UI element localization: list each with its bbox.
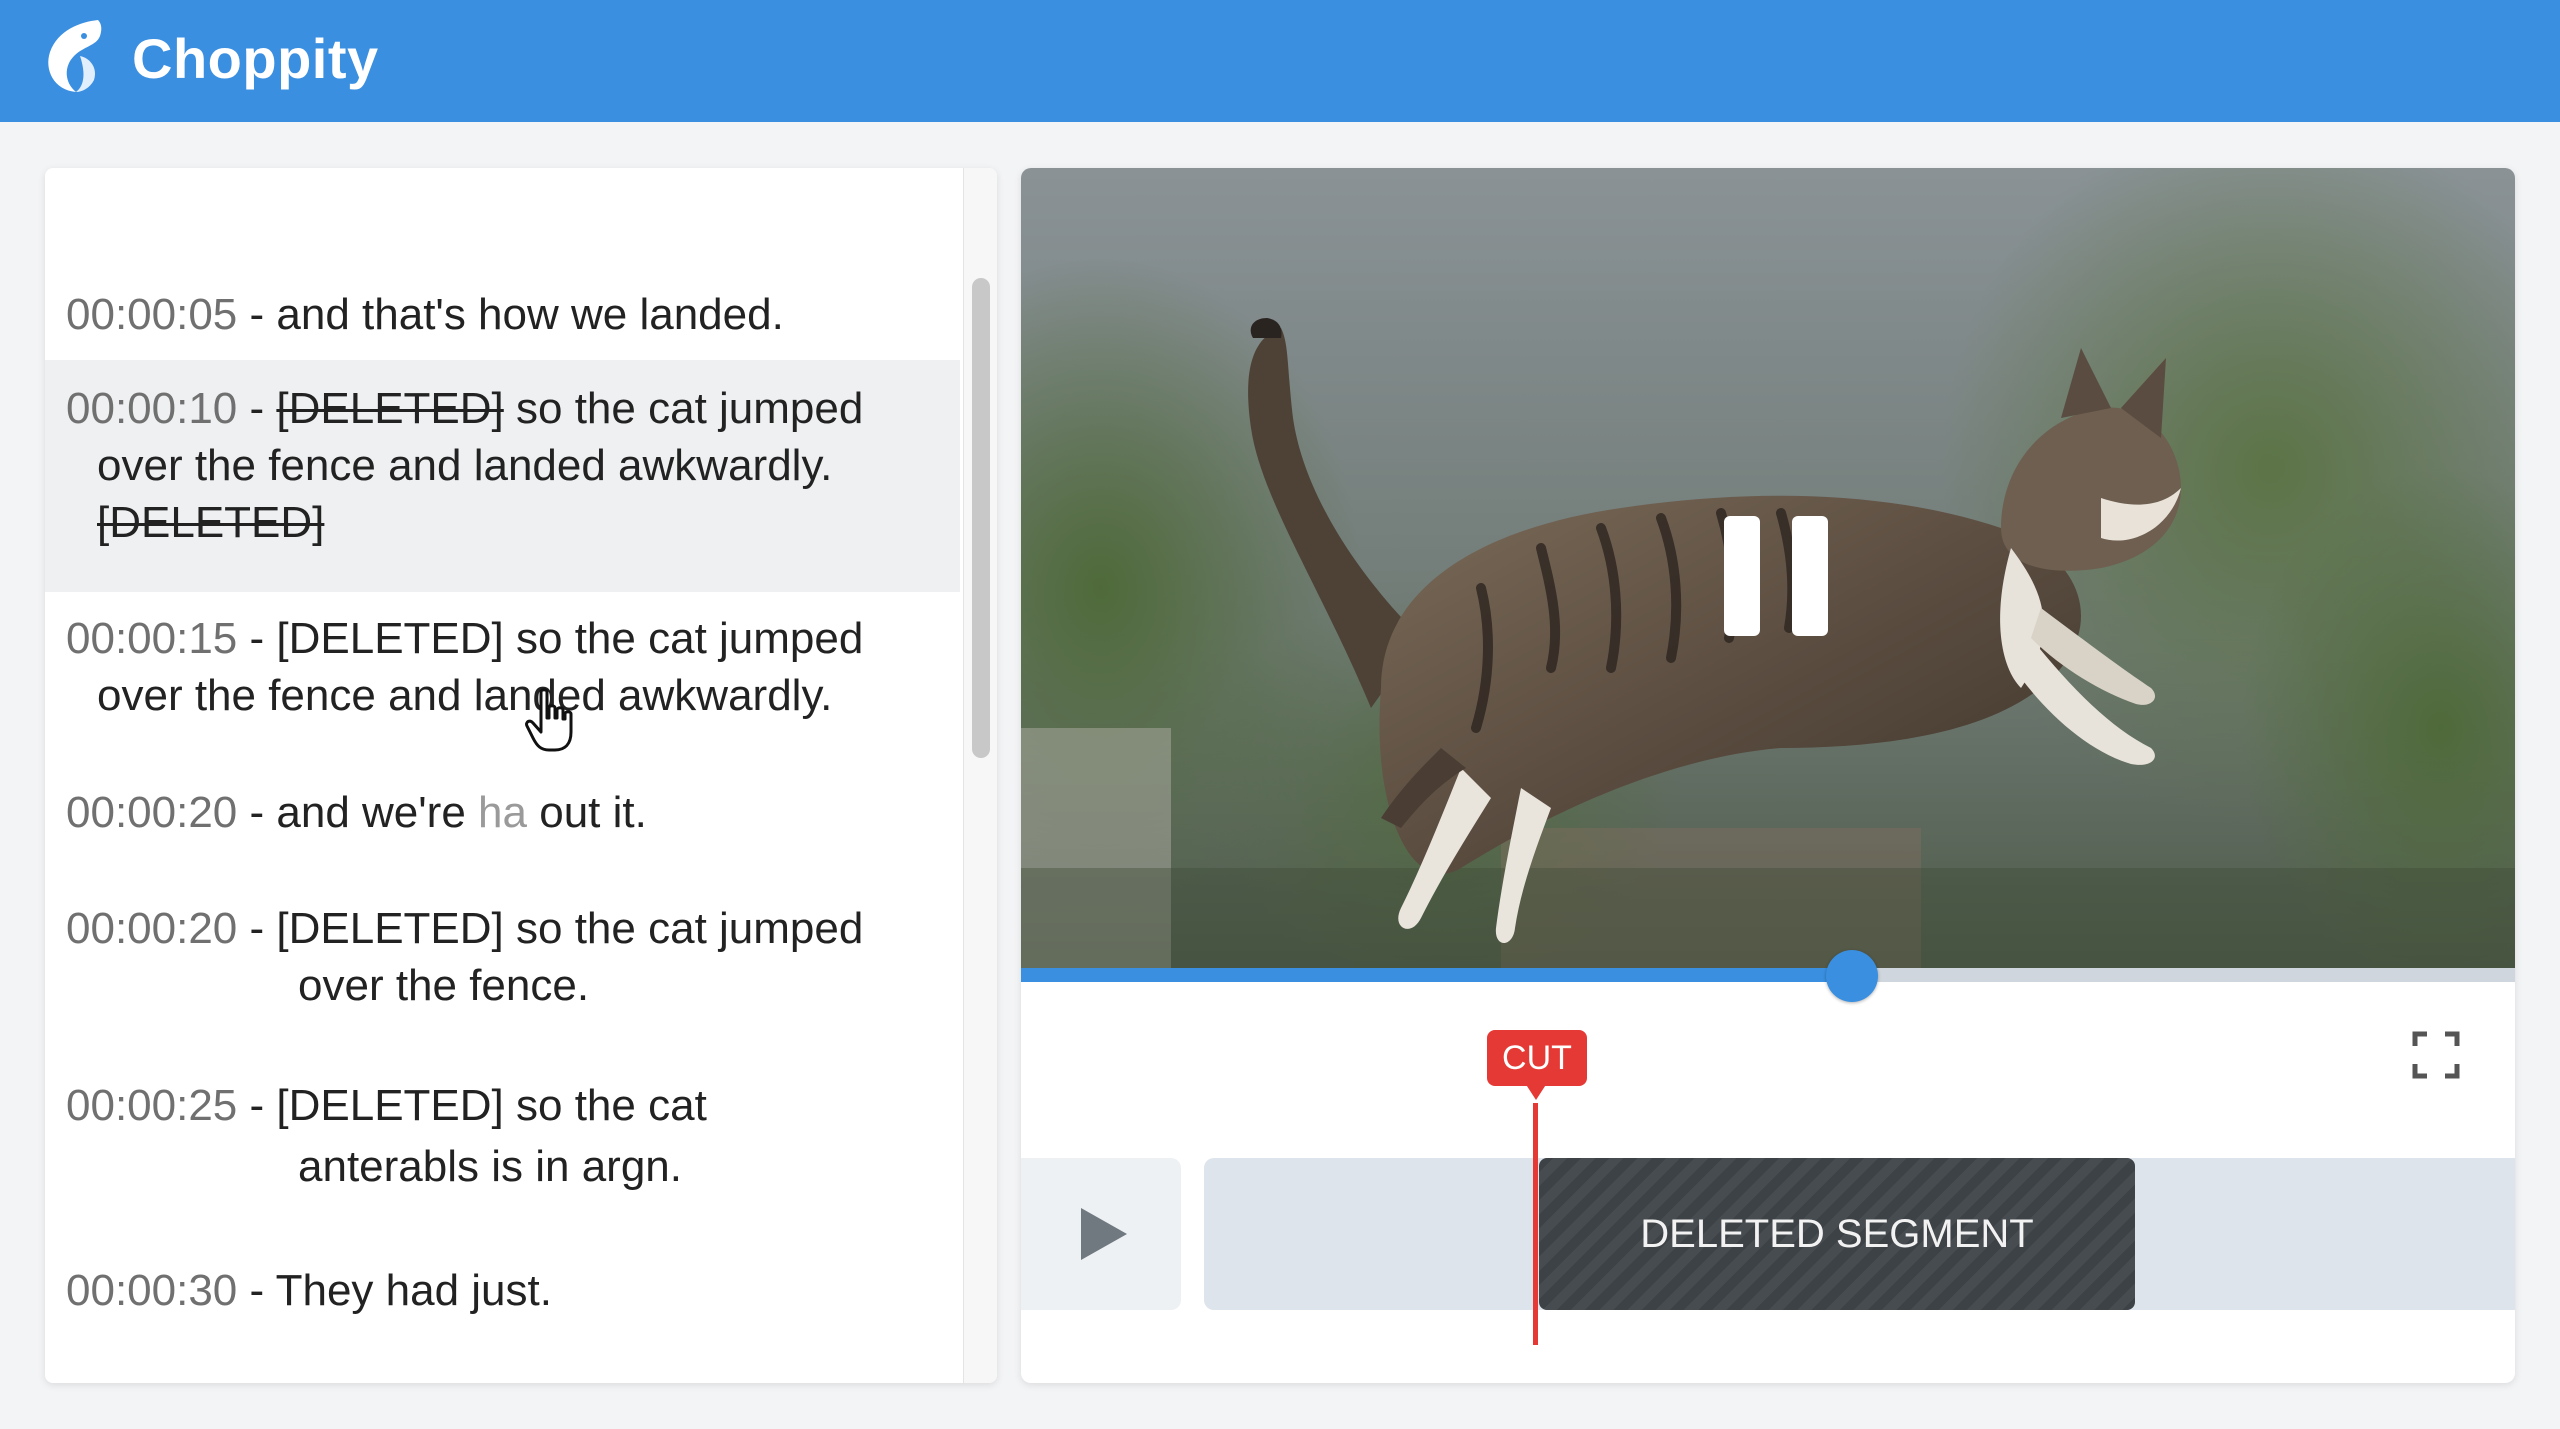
edit-timeline[interactable]: DELETED SEGMENT <box>1204 1158 2515 1310</box>
timestamp[interactable]: 00:00:20 <box>66 904 237 953</box>
transcript-entry-selected[interactable]: 00:00:10 - [DELETED] so the cat jumped o… <box>45 360 960 592</box>
pause-icon[interactable] <box>1714 516 1840 636</box>
separator: - <box>237 1081 277 1130</box>
timestamp[interactable]: 00:00:25 <box>66 1081 237 1130</box>
timestamp[interactable]: 00:00:15 <box>66 614 237 663</box>
play-button[interactable] <box>1021 1158 1181 1310</box>
transcript-text: anterabls is in argn. <box>298 1142 682 1191</box>
hand-pointer-icon <box>525 688 573 752</box>
transcript-entry[interactable]: 00:00:25 - [DELETED] so the cat anterabl… <box>45 1075 960 1205</box>
transcript-text: over the fence and landed awkwardly. <box>97 671 833 720</box>
deleted-tag[interactable]: [DELETED] <box>97 494 324 552</box>
play-icon <box>1081 1208 1127 1260</box>
transcript-text: and that's how we landed. <box>276 290 784 339</box>
separator: - <box>237 290 277 339</box>
transcript-panel: 00:00:05 - and that's how we landed. 00:… <box>45 168 997 1383</box>
separator: - <box>237 904 277 953</box>
transcript-text: They had just. <box>275 1266 552 1315</box>
transcript-text: out it. <box>539 788 647 837</box>
text-cursor-caret: ha <box>478 788 527 837</box>
seek-bar[interactable] <box>1021 950 2515 1002</box>
transcript-entry[interactable]: 00:00:05 - and that's how we landed. <box>45 264 960 364</box>
cut-marker-line[interactable] <box>1533 1103 1538 1345</box>
transcript-entry[interactable]: 00:00:20 - [DELETED] so the cat jumped o… <box>45 898 960 1028</box>
separator: - <box>237 614 277 663</box>
fullscreen-icon[interactable] <box>2411 1030 2461 1080</box>
transcript-text: over the fence and landed awkwardly. <box>97 441 833 490</box>
transcript-entry[interactable]: 00:00:15 - [DELETED] so the cat jumped o… <box>45 610 960 770</box>
app-header: Choppity <box>0 0 2560 122</box>
seek-bar-handle[interactable] <box>1825 950 1878 1002</box>
seek-bar-progress <box>1021 968 1852 982</box>
separator: - <box>237 1266 276 1315</box>
transcript-entry[interactable]: 00:00:20 - and we're ha out it. <box>45 782 960 862</box>
deleted-tag[interactable]: [DELETED] <box>276 384 503 433</box>
transcript-text: over the fence. <box>298 961 590 1010</box>
timestamp[interactable]: 00:00:05 <box>66 290 237 339</box>
app-title[interactable]: Choppity <box>132 26 379 91</box>
transcript-text: [DELETED] so the cat <box>276 1081 707 1130</box>
cut-marker-label[interactable]: CUT <box>1487 1030 1587 1086</box>
transcript-entry[interactable]: 00:00:30 - They had just. <box>45 1260 960 1340</box>
transcript-text: [DELETED] so the cat jumped <box>276 614 864 663</box>
transcript-text: so the cat jumped <box>516 384 864 433</box>
choppity-logo-icon <box>48 20 102 92</box>
transcript-scrollbar[interactable] <box>963 168 997 1383</box>
timestamp[interactable]: 00:00:20 <box>66 788 237 837</box>
timestamp[interactable]: 00:00:30 <box>66 1266 237 1315</box>
video-frame[interactable] <box>1021 168 2515 968</box>
transcript-text: [DELETED] so the cat jumped <box>276 904 864 953</box>
timestamp[interactable]: 00:00:10 <box>66 384 237 433</box>
deleted-segment[interactable]: DELETED SEGMENT <box>1539 1158 2135 1310</box>
transcript-list: 00:00:05 - and that's how we landed. 00:… <box>45 168 960 1383</box>
transcript-text: and we're <box>276 788 466 837</box>
scrollbar-thumb[interactable] <box>972 278 990 758</box>
separator: - <box>237 788 277 837</box>
separator: - <box>237 384 277 433</box>
video-player: DELETED SEGMENT CUT <box>1021 168 2515 1383</box>
